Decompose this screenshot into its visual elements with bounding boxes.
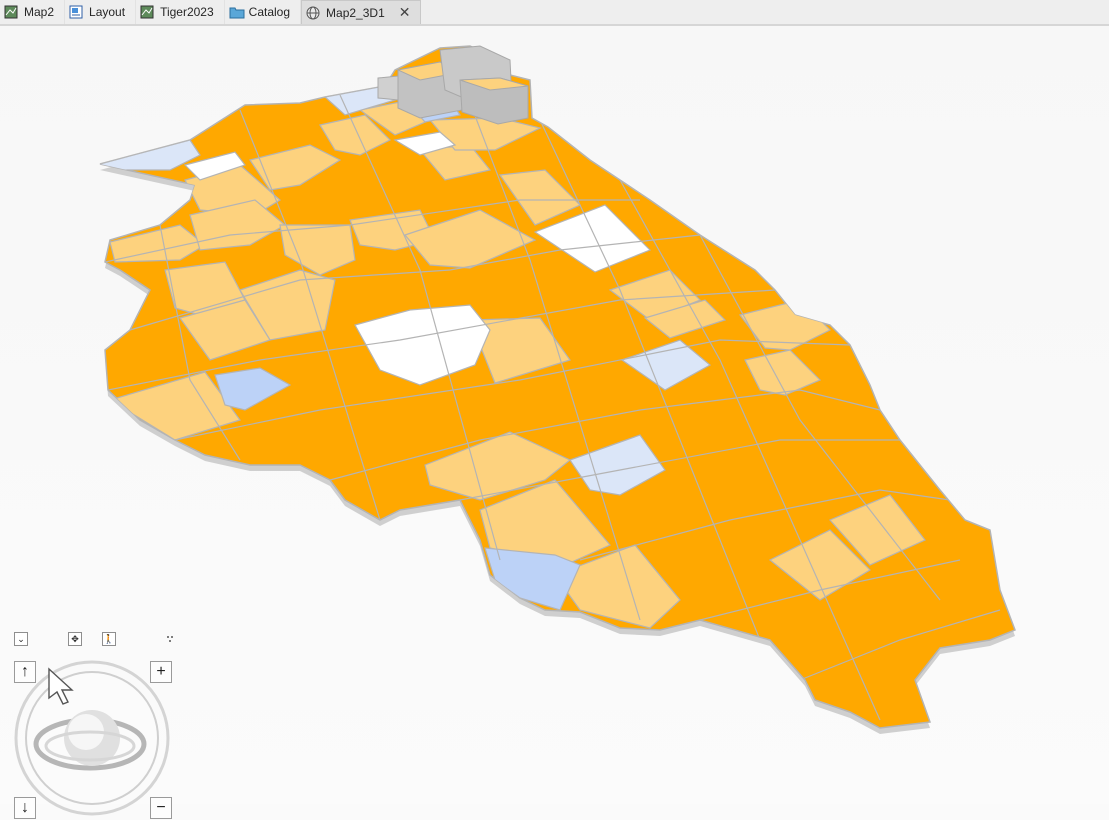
map-icon [4, 5, 18, 19]
tab-map2[interactable]: Map2 [0, 0, 66, 24]
pan-icon[interactable]: ✥ [68, 632, 82, 646]
view-tab-bar: Map2 Layout Tiger2023 Catalog Map2_3D1 ✕ [0, 0, 1109, 26]
tab-label: Catalog [248, 5, 291, 19]
close-tab-icon[interactable]: ✕ [399, 4, 411, 21]
tab-tiger2023[interactable]: Tiger2023 [136, 0, 225, 24]
navigation-wheel[interactable] [14, 660, 174, 820]
grip-icon[interactable] [166, 630, 174, 642]
collapse-navigator-button[interactable]: ⌄ [14, 632, 28, 646]
catalog-folder-icon [229, 5, 245, 19]
tab-label: Tiger2023 [160, 5, 214, 19]
extruded-block [377, 75, 399, 101]
map-icon [140, 5, 154, 19]
layout-icon [69, 5, 83, 19]
tab-label: Layout [89, 5, 126, 19]
tab-catalog[interactable]: Catalog [225, 0, 302, 24]
tab-label: Map2 [24, 5, 55, 19]
tab-layout[interactable]: Layout [65, 0, 137, 24]
tab-label: Map2_3D1 [326, 5, 385, 20]
globe-icon [306, 6, 320, 20]
walk-mode-icon[interactable]: 🚶 [102, 632, 116, 646]
scene-view[interactable]: ⌄ ✥ 🚶 ↑ + ↓ − [0, 26, 1109, 819]
mouse-cursor-icon [48, 667, 74, 705]
navigator-control: ⌄ ✥ 🚶 ↑ + ↓ − [0, 600, 190, 819]
tab-map2-3d1[interactable]: Map2_3D1 ✕ [301, 0, 422, 24]
